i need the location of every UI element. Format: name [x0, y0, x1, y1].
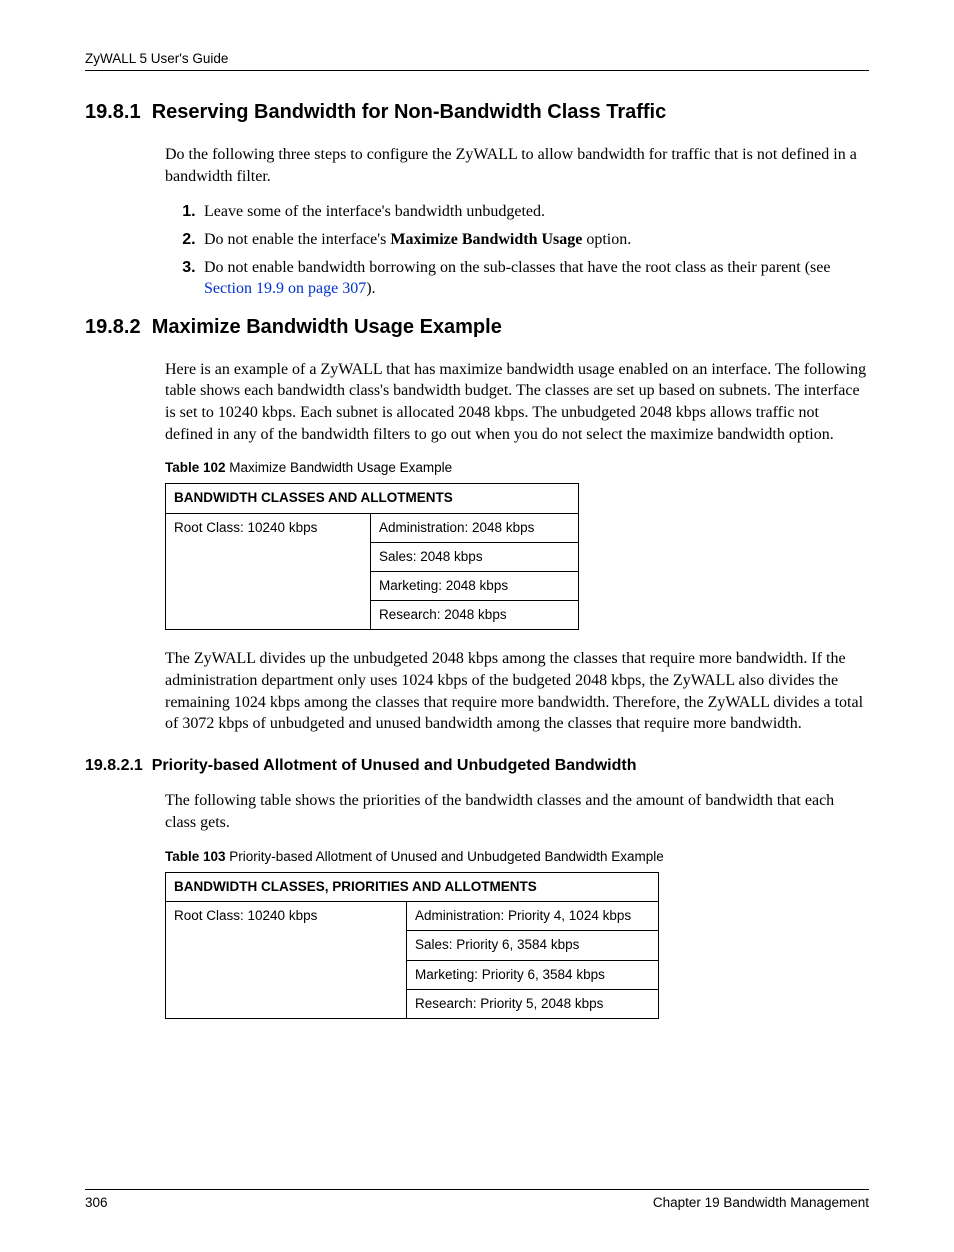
table-cell: Research: Priority 5, 2048 kbps: [407, 989, 659, 1018]
section-19-8-1-heading: 19.8.1 Reserving Bandwidth for Non-Bandw…: [85, 99, 869, 126]
table-cell: Marketing: 2048 kbps: [371, 572, 579, 601]
section-title: Reserving Bandwidth for Non-Bandwidth Cl…: [152, 101, 667, 123]
table-cell: Administration: Priority 4, 1024 kbps: [407, 902, 659, 931]
chapter-label: Chapter 19 Bandwidth Management: [653, 1194, 869, 1212]
root-class-cell: Root Class: 10240 kbps: [166, 902, 407, 1019]
table-cell: Sales: Priority 6, 3584 kbps: [407, 931, 659, 960]
section-number: 19.8.2: [85, 316, 141, 338]
steps-list: Leave some of the interface's bandwidth …: [180, 201, 869, 299]
page-number: 306: [85, 1194, 108, 1212]
section-19-8-2-heading: 19.8.2 Maximize Bandwidth Usage Example: [85, 314, 869, 341]
step-2-text-c: option.: [582, 231, 631, 248]
table-103-caption: Table 103 Priority-based Allotment of Un…: [165, 848, 869, 866]
priority-paragraph: The following table shows the priorities…: [165, 790, 869, 833]
step-1: Leave some of the interface's bandwidth …: [200, 201, 869, 223]
table-number: Table 102: [165, 460, 226, 475]
cross-ref-link[interactable]: Section 19.9 on page 307: [204, 280, 366, 297]
table-header: BANDWIDTH CLASSES, PRIORITIES AND ALLOTM…: [166, 872, 659, 901]
table-102: BANDWIDTH CLASSES AND ALLOTMENTS Root Cl…: [165, 483, 579, 630]
table-102-caption: Table 102 Maximize Bandwidth Usage Examp…: [165, 459, 869, 477]
section-title: Maximize Bandwidth Usage Example: [152, 316, 502, 338]
step-2-text-a: Do not enable the interface's: [204, 231, 390, 248]
step-2: Do not enable the interface's Maximize B…: [200, 229, 869, 251]
table-title: Maximize Bandwidth Usage Example: [226, 460, 453, 475]
example-paragraph: Here is an example of a ZyWALL that has …: [165, 359, 869, 445]
step-3: Do not enable bandwidth borrowing on the…: [200, 257, 869, 300]
step-3-text-b: ).: [366, 280, 375, 297]
intro-paragraph: Do the following three steps to configur…: [165, 144, 869, 187]
explain-paragraph: The ZyWALL divides up the unbudgeted 204…: [165, 648, 869, 734]
table-number: Table 103: [165, 849, 226, 864]
running-header: ZyWALL 5 User's Guide: [85, 50, 869, 71]
table-cell: Administration: 2048 kbps: [371, 513, 579, 542]
section-number: 19.8.1: [85, 101, 141, 123]
root-class-cell: Root Class: 10240 kbps: [166, 513, 371, 630]
table-103: BANDWIDTH CLASSES, PRIORITIES AND ALLOTM…: [165, 872, 659, 1019]
step-3-text-a: Do not enable bandwidth borrowing on the…: [204, 259, 830, 276]
table-cell: Marketing: Priority 6, 3584 kbps: [407, 960, 659, 989]
section-title: Priority-based Allotment of Unused and U…: [152, 757, 637, 774]
section-19-8-2-1-heading: 19.8.2.1 Priority-based Allotment of Unu…: [85, 755, 869, 777]
page-footer: 306 Chapter 19 Bandwidth Management: [85, 1189, 869, 1212]
table-title: Priority-based Allotment of Unused and U…: [226, 849, 664, 864]
section-number: 19.8.2.1: [85, 757, 143, 774]
table-cell: Sales: 2048 kbps: [371, 542, 579, 571]
table-cell: Research: 2048 kbps: [371, 601, 579, 630]
table-header: BANDWIDTH CLASSES AND ALLOTMENTS: [166, 484, 579, 513]
step-2-bold: Maximize Bandwidth Usage: [390, 231, 582, 248]
